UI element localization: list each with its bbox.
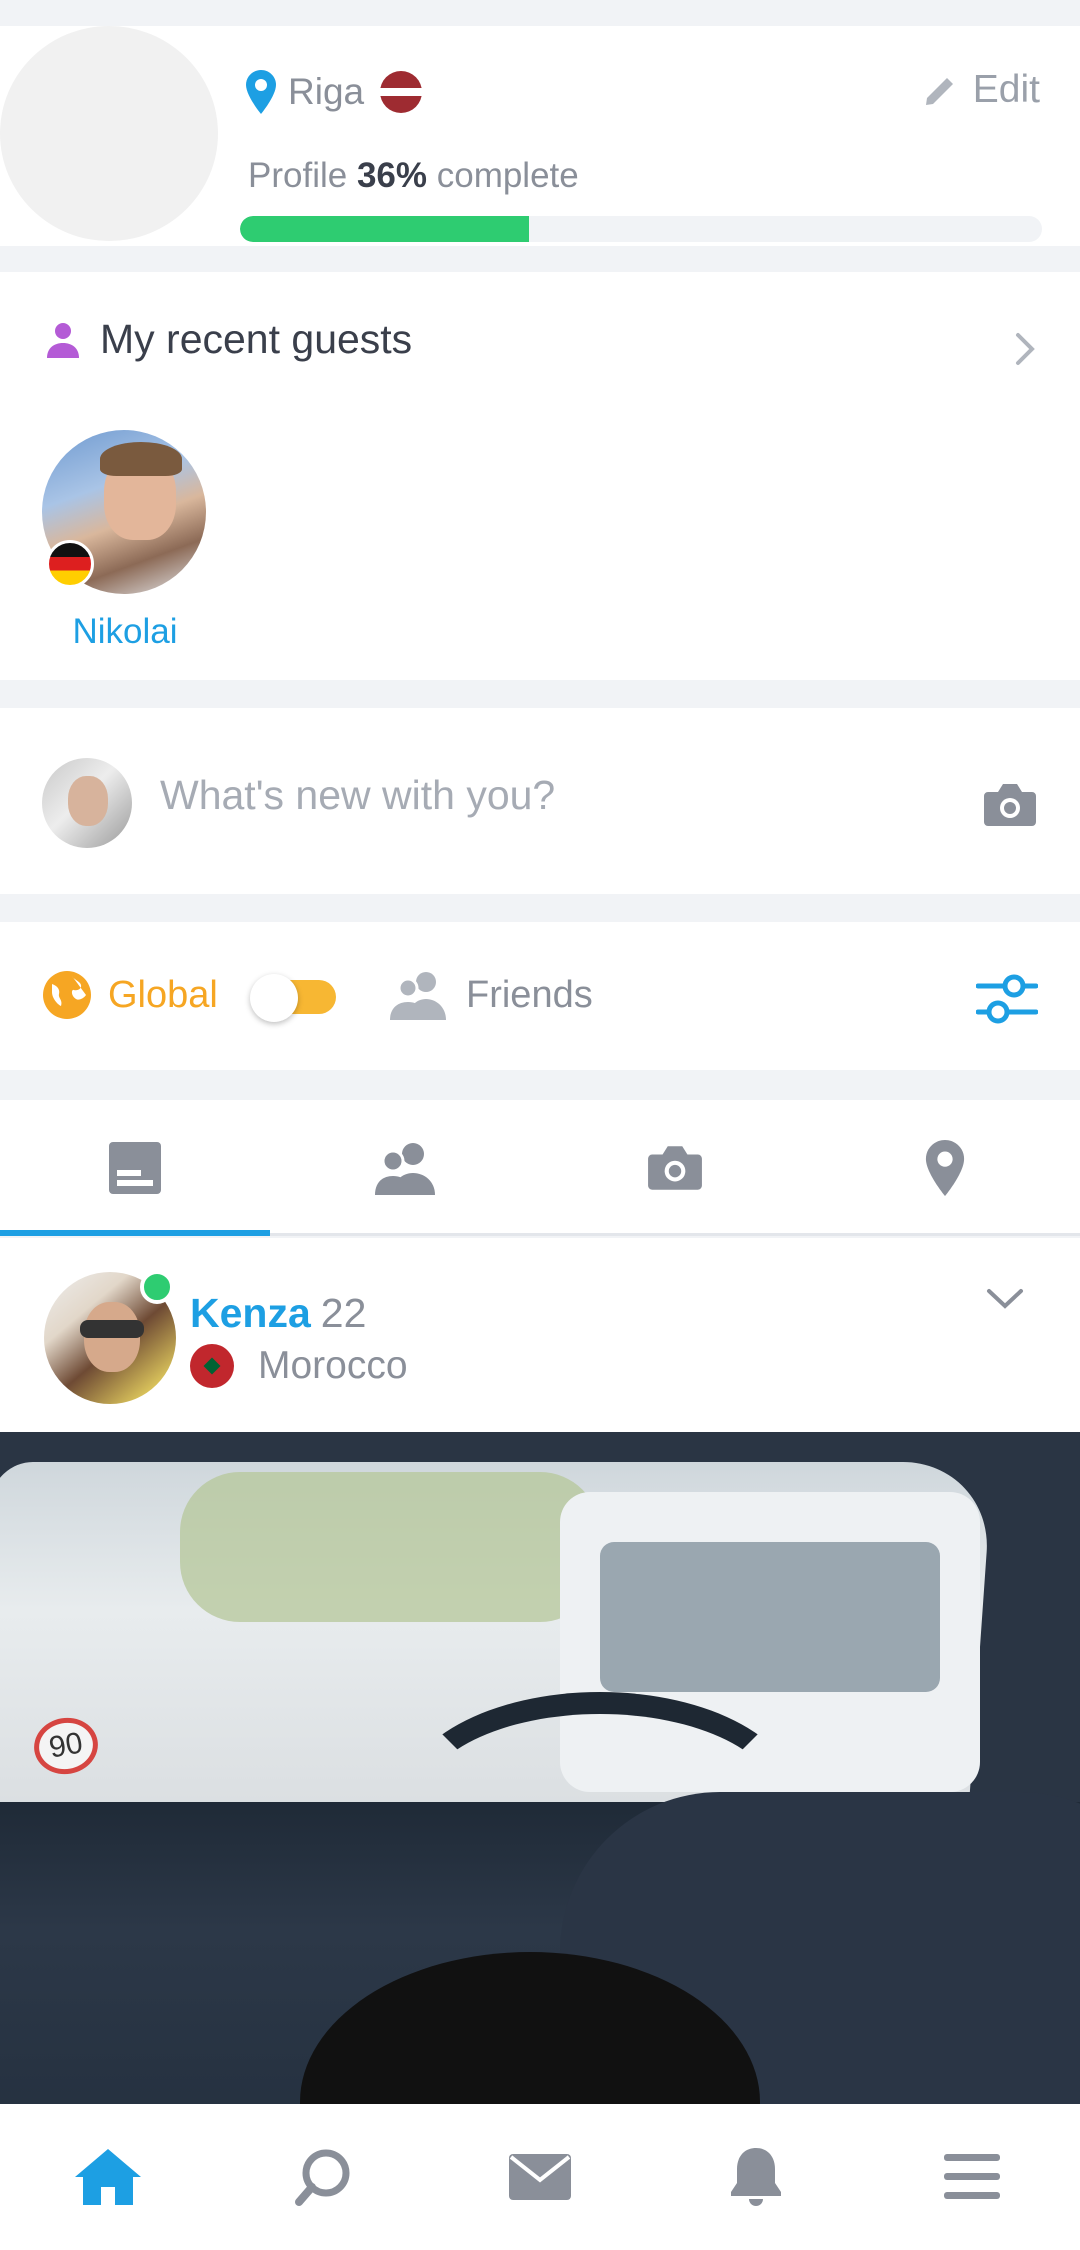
guest-name[interactable]: Nikolai (42, 612, 208, 652)
active-tab-indicator (0, 1230, 270, 1236)
online-status-dot (140, 1270, 174, 1304)
global-friends-toggle[interactable] (250, 974, 340, 1022)
pencil-icon (925, 78, 953, 105)
friends-icon (390, 972, 446, 1020)
morocco-flag-icon (190, 1344, 234, 1388)
tab-feed[interactable] (0, 1100, 270, 1236)
edit-label: Edit (972, 68, 1040, 111)
recent-guests-section: My recent guests Nikolai (0, 272, 1080, 680)
camera-icon[interactable] (982, 782, 1038, 828)
filter-sliders-icon[interactable] (976, 968, 1038, 1030)
post-photo[interactable]: 90 (0, 1432, 1080, 2104)
tab-places[interactable] (810, 1100, 1080, 1236)
recent-guests-header[interactable]: My recent guests (46, 316, 412, 363)
tab-people[interactable] (270, 1100, 540, 1236)
global-filter[interactable]: Global (42, 970, 218, 1020)
edit-profile-button[interactable]: Edit (923, 68, 1040, 112)
post-header: Kenza 22 Morocco (0, 1238, 1080, 1432)
chevron-down-icon[interactable] (986, 1288, 1024, 1310)
feed-icon (109, 1142, 161, 1194)
post-author[interactable]: Kenza 22 (190, 1290, 366, 1337)
friends-label: Friends (466, 973, 593, 1016)
country-name: Morocco (258, 1344, 408, 1387)
bottom-navigation (0, 2104, 1080, 2250)
content-tabs (0, 1100, 1080, 1236)
nav-notifications[interactable] (648, 2104, 864, 2250)
location-pin-icon (925, 1140, 965, 1196)
profile-progress-bar (240, 216, 1042, 242)
globe-icon (43, 971, 91, 1019)
post-author-age: 22 (320, 1290, 367, 1336)
people-icon (375, 1143, 435, 1195)
feed-filter-bar: Global Friends (0, 922, 1080, 1070)
post-author-country: Morocco (190, 1344, 408, 1388)
camera-icon (648, 1146, 702, 1190)
recent-guests-title: My recent guests (100, 316, 413, 362)
completion-percent: 36% (356, 156, 427, 195)
post-author-name: Kenza (190, 1290, 311, 1336)
germany-flag-icon (46, 540, 94, 588)
menu-icon (944, 2154, 1000, 2199)
friends-filter[interactable]: Friends (390, 970, 593, 1020)
chevron-right-icon[interactable] (1014, 332, 1036, 366)
bell-icon (731, 2148, 781, 2206)
home-icon (75, 2149, 141, 2205)
location-text: Riga (288, 71, 365, 112)
location-pin-icon (246, 70, 276, 114)
nav-menu[interactable] (864, 2104, 1080, 2250)
search-icon (295, 2149, 350, 2206)
latvia-flag-icon (380, 71, 423, 113)
global-label: Global (108, 973, 218, 1016)
nav-search[interactable] (216, 2104, 432, 2250)
mail-icon (509, 2154, 571, 2200)
profile-completion-text: Profile 36% complete (248, 156, 579, 195)
tab-photos[interactable] (540, 1100, 810, 1236)
profile-header: Riga Edit Profile 36% complete (0, 26, 1080, 246)
profile-progress-fill (240, 216, 529, 242)
nav-home[interactable] (0, 2104, 216, 2250)
post-composer (0, 708, 1080, 894)
own-avatar[interactable] (0, 26, 218, 241)
nav-messages[interactable] (432, 2104, 648, 2250)
person-icon (47, 322, 79, 358)
whats-new-input[interactable] (160, 772, 940, 819)
location-row: Riga (246, 64, 423, 120)
composer-avatar[interactable] (42, 758, 132, 848)
